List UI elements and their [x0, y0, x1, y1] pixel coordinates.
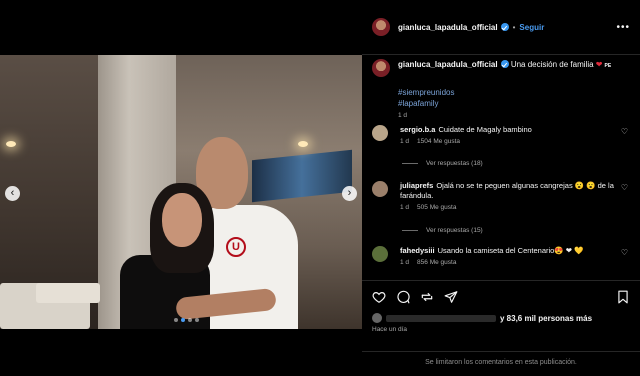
heart-icon[interactable]: ♡: [621, 183, 628, 192]
comment-avatar[interactable]: [372, 246, 388, 262]
comment: juliaprefs Ojalá no se te peguen algunas …: [372, 181, 630, 211]
likes-count-text: y 83,6 mil personas más: [500, 313, 593, 323]
post-side-panel: gianluca_lapadula_official • Seguir ••• …: [362, 0, 640, 376]
replies-line: [402, 230, 418, 231]
photo-lamp: [6, 141, 16, 147]
replies-label: Ver respuestas (18): [426, 160, 483, 167]
comment-likes[interactable]: 856 Me gusta: [417, 259, 456, 266]
shirt-logo: U: [226, 237, 246, 257]
view-replies-button[interactable]: Ver respuestas (18): [402, 160, 483, 167]
heart-emoji: ❤: [595, 60, 603, 69]
post-header: gianluca_lapadula_official • Seguir •••: [362, 0, 640, 55]
author-avatar[interactable]: [372, 18, 390, 36]
comment-username[interactable]: fahedysiii: [400, 246, 435, 255]
caption: gianluca_lapadula_official Una decisión …: [372, 56, 630, 119]
send-icon[interactable]: [444, 290, 458, 304]
caption-text: gianluca_lapadula_official Una decisión …: [398, 59, 611, 72]
verified-icon: [500, 60, 509, 68]
hashtag-link[interactable]: #lapafamily: [398, 98, 630, 109]
photo-window: [252, 149, 352, 203]
action-bar: y 83,6 mil personas más Hace un día Se l…: [362, 280, 640, 376]
separator-dot: •: [512, 22, 516, 32]
comment-username[interactable]: juliaprefs: [400, 181, 433, 190]
comment: sergio.b.a Cuidate de Magaly bambino 1 d …: [372, 125, 630, 145]
comment-text: Cuidate de Magaly bambino: [438, 125, 532, 134]
carousel-dot: [188, 318, 192, 322]
carousel-dot-active: [181, 318, 185, 322]
hashtags: #siempreunidos #lapafamily: [398, 87, 630, 109]
caption-body: Una decisión de familia: [510, 60, 594, 69]
comment-time: 1 d: [400, 204, 410, 211]
comments-limited-notice: Se limitaron los comentarios en esta pub…: [362, 351, 640, 366]
media-pane: U ‹ ›: [0, 0, 362, 376]
carousel-next-button[interactable]: ›: [342, 186, 357, 201]
replies-line: [402, 163, 418, 164]
peru-flag-emoji: PE: [604, 63, 612, 69]
verified-icon: [500, 23, 509, 31]
heart-icon[interactable]: ♡: [621, 127, 628, 136]
photo-lamp: [298, 141, 308, 147]
carousel-prev-button[interactable]: ‹: [5, 186, 20, 201]
liker-avatar: [372, 313, 382, 323]
comment-text: Usando la camiseta del Centenario😍 ❤ 💛: [437, 246, 584, 255]
heart-icon[interactable]: ♡: [621, 248, 628, 257]
carousel-dot: [174, 318, 178, 322]
comment-username[interactable]: sergio.b.a: [400, 125, 435, 134]
author-username[interactable]: gianluca_lapadula_official: [398, 23, 498, 32]
more-horizontal-icon[interactable]: •••: [616, 22, 630, 33]
view-replies-button[interactable]: Ver respuestas (15): [402, 227, 483, 234]
caption-username[interactable]: gianluca_lapadula_official: [398, 60, 498, 69]
posted-time: Hace un día: [372, 326, 408, 333]
hashtag-link[interactable]: #siempreunidos: [398, 87, 630, 98]
share-icon[interactable]: [420, 290, 434, 304]
comment-avatar[interactable]: [372, 181, 388, 197]
carousel-dot: [195, 318, 199, 322]
caption-avatar[interactable]: [372, 59, 390, 77]
liker-names-redacted: [386, 314, 496, 322]
heart-icon[interactable]: [372, 290, 386, 304]
comment-likes[interactable]: 1504 Me gusta: [417, 138, 460, 145]
likes-summary[interactable]: y 83,6 mil personas más: [372, 313, 592, 323]
replies-label: Ver respuestas (15): [426, 227, 483, 234]
comment-icon[interactable]: [396, 290, 410, 304]
comment: fahedysiii Usando la camiseta del Centena…: [372, 246, 630, 266]
comment-time: 1 d: [400, 259, 410, 266]
post-photo[interactable]: U: [0, 55, 362, 329]
comment-avatar[interactable]: [372, 125, 388, 141]
follow-button[interactable]: Seguir: [519, 23, 544, 32]
photo-chair: [36, 283, 100, 303]
comment-time: 1 d: [400, 138, 410, 145]
photo-woman-face: [162, 193, 202, 247]
caption-time: 1 d: [398, 112, 408, 119]
carousel-dots: [174, 318, 199, 322]
bookmark-icon[interactable]: [616, 290, 630, 304]
comment-likes[interactable]: 505 Me gusta: [417, 204, 456, 211]
